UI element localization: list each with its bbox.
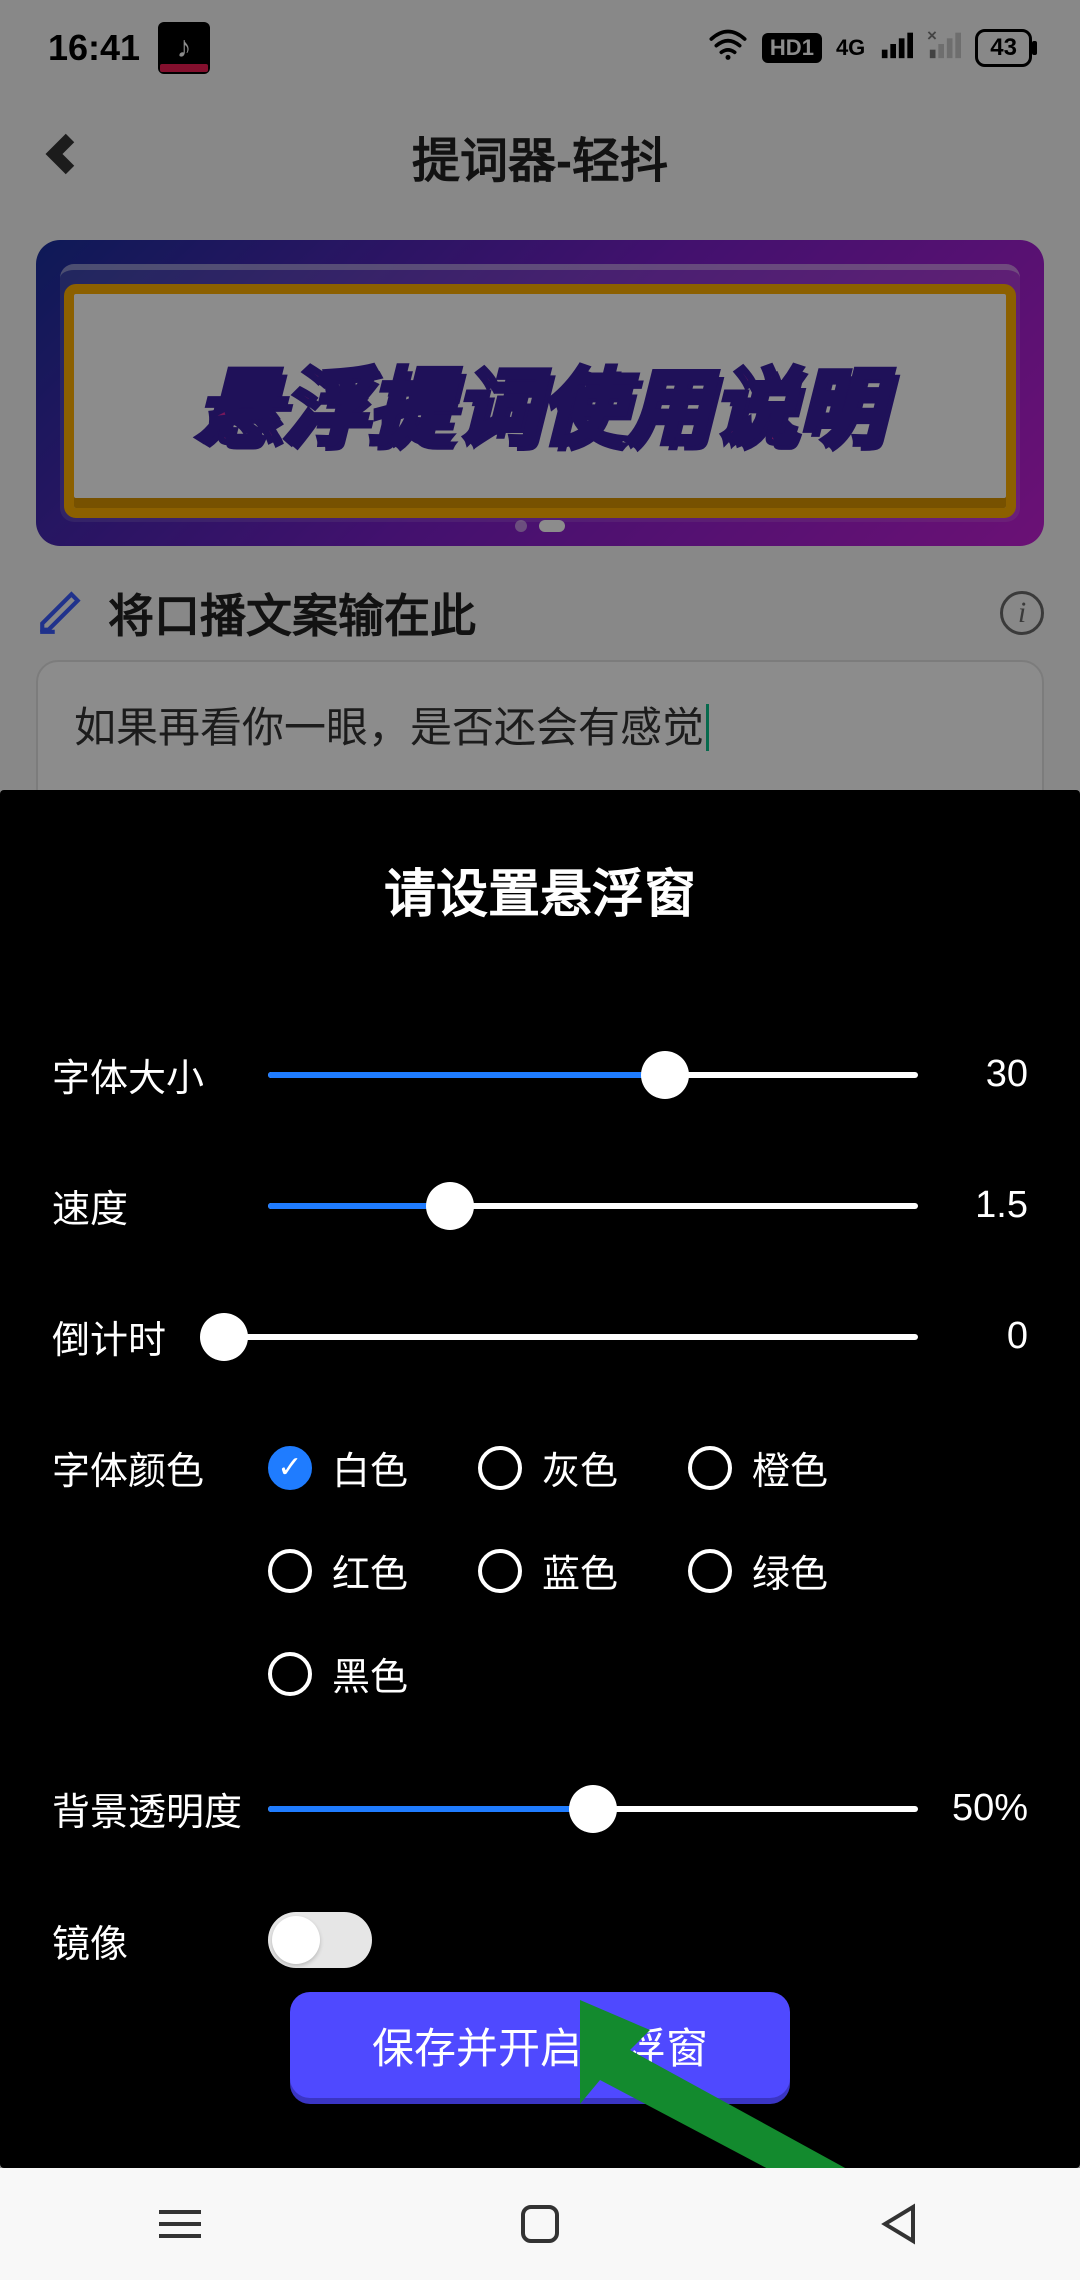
save-button[interactable]: 保存并开启悬浮窗	[290, 1992, 790, 2098]
fontcolor-row: 字体颜色 ✓白色 灰色 橙色 红色 蓝色 绿色 黑色	[52, 1440, 1028, 1701]
countdown-slider[interactable]	[224, 1317, 918, 1357]
nav-recent[interactable]	[150, 2194, 210, 2254]
fontsize-value: 30	[918, 1053, 1028, 1096]
mirror-label: 镜像	[52, 1913, 268, 1968]
fontcolor-options: ✓白色 灰色 橙色 红色 蓝色 绿色 黑色	[268, 1440, 1028, 1701]
fontsize-row: 字体大小 30	[52, 1047, 1028, 1102]
color-white[interactable]: ✓白色	[268, 1440, 408, 1495]
color-orange[interactable]: 橙色	[688, 1440, 828, 1495]
sheet-title: 请设置悬浮窗	[52, 852, 1028, 927]
speed-label: 速度	[52, 1178, 268, 1233]
color-gray[interactable]: 灰色	[478, 1440, 618, 1495]
save-button-label: 保存并开启悬浮窗	[372, 2015, 708, 2076]
fontsize-label: 字体大小	[52, 1047, 268, 1102]
mirror-toggle[interactable]	[268, 1912, 372, 1968]
speed-value: 1.5	[918, 1184, 1028, 1227]
fontcolor-label: 字体颜色	[52, 1440, 268, 1495]
speed-row: 速度 1.5	[52, 1178, 1028, 1233]
opacity-slider[interactable]	[268, 1789, 918, 1829]
nav-home[interactable]	[510, 2194, 570, 2254]
speed-slider[interactable]	[268, 1186, 918, 1226]
opacity-label: 背景透明度	[52, 1781, 268, 1836]
color-green[interactable]: 绿色	[688, 1543, 828, 1598]
settings-sheet: 请设置悬浮窗 字体大小 30 速度 1.5 倒计时 0 字体颜色 ✓白	[0, 790, 1080, 2168]
screen: 16:41 ♪ HD1 4G × 43 提词器-轻抖 悬浮提词使用说明	[0, 0, 1080, 2280]
color-red[interactable]: 红色	[268, 1543, 408, 1598]
system-navbar	[0, 2168, 1080, 2280]
color-black[interactable]: 黑色	[268, 1646, 408, 1701]
nav-back[interactable]	[870, 2194, 930, 2254]
countdown-row: 倒计时 0	[52, 1309, 1028, 1364]
countdown-value: 0	[918, 1315, 1028, 1358]
opacity-row: 背景透明度 50%	[52, 1781, 1028, 1836]
mirror-row: 镜像	[52, 1912, 1028, 1968]
color-blue[interactable]: 蓝色	[478, 1543, 618, 1598]
fontsize-slider[interactable]	[268, 1055, 918, 1095]
opacity-value: 50%	[918, 1787, 1028, 1830]
